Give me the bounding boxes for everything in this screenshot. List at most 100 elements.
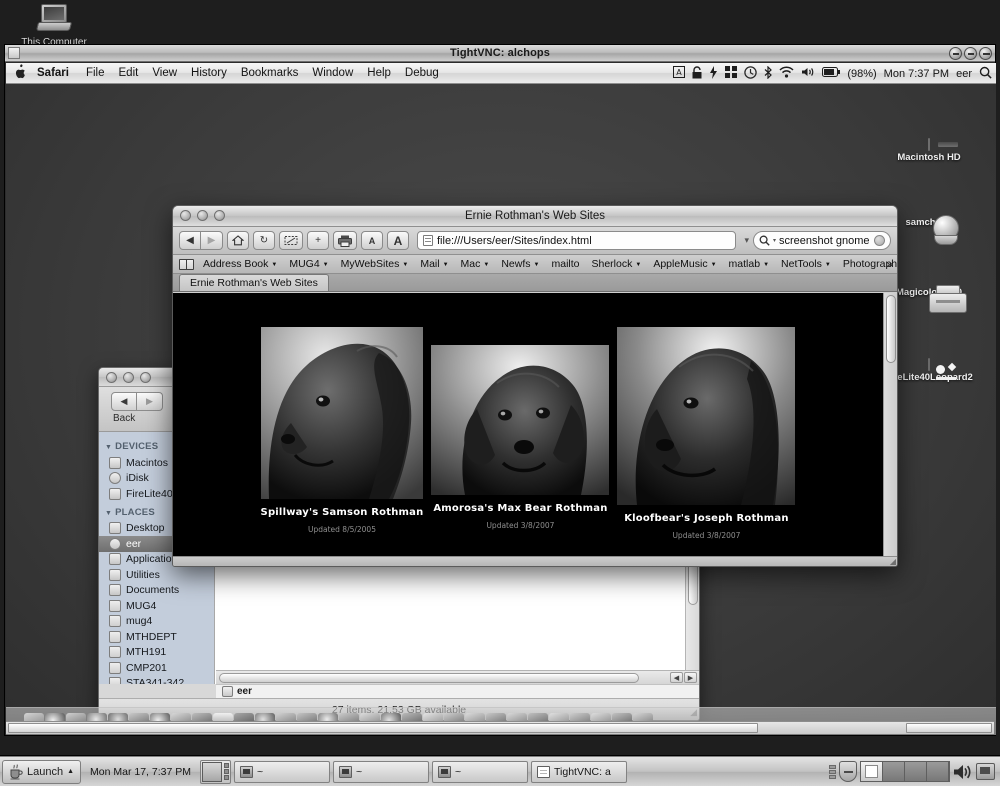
bluetooth-icon[interactable]	[764, 65, 773, 82]
menu-item-help[interactable]: Help	[360, 63, 398, 83]
scrollbar-thumb[interactable]	[219, 673, 640, 683]
sidebar-item-mug4-upper[interactable]: MUG4	[99, 598, 214, 614]
resize-grip-icon[interactable]: ◢	[890, 557, 896, 566]
mac-desktop-icon-macintosh-hd[interactable]: Macintosh HD	[874, 138, 984, 163]
launch-button[interactable]: Launch ▲	[2, 759, 82, 784]
workspace-2-mini[interactable]	[883, 762, 905, 781]
bookmark-mywebsites[interactable]: MyWebSites ▼	[335, 258, 415, 270]
back-button[interactable]: ◀	[179, 231, 201, 250]
dog-card-2[interactable]: Kloofbear's Joseph Rothman Updated 3/8/2…	[617, 327, 796, 540]
search-icon[interactable]	[979, 66, 992, 82]
taskbar-window-2[interactable]: ~	[432, 760, 528, 783]
lightning-icon[interactable]	[709, 65, 718, 82]
tab-ernie-rothmans-web-sites[interactable]: Ernie Rothman's Web Sites	[179, 274, 329, 291]
workspace-1-mini[interactable]	[861, 762, 883, 781]
dog-photo[interactable]	[260, 327, 423, 499]
safari-vertical-scrollbar[interactable]	[883, 293, 897, 556]
menu-item-window[interactable]: Window	[305, 63, 360, 83]
print-button[interactable]	[333, 231, 357, 250]
path-bar-item[interactable]: eer	[237, 686, 252, 697]
volume-icon[interactable]	[953, 763, 973, 781]
maximize-button[interactable]	[964, 46, 977, 60]
bookmark-sherlock[interactable]: Sherlock ▼	[586, 258, 648, 270]
bookmark-applemusic[interactable]: AppleMusic ▼	[647, 258, 722, 270]
finder-forward-button[interactable]: ▶	[137, 392, 163, 411]
script-menu-icon[interactable]: A	[673, 66, 686, 81]
bookmark-mug4[interactable]: MUG4 ▼	[283, 258, 334, 270]
vnc-titlebar[interactable]: TightVNC: alchops	[5, 45, 995, 62]
show-all-bookmarks-icon[interactable]	[179, 258, 194, 270]
workspace-pager[interactable]	[200, 759, 231, 784]
timemachine-icon[interactable]	[744, 65, 758, 82]
bookmark-newfs[interactable]: Newfs ▼	[495, 258, 545, 270]
bookmark-mailto[interactable]: mailto	[545, 258, 585, 270]
reload-button[interactable]: ↻	[253, 231, 275, 250]
menubar-user[interactable]: eer	[956, 68, 972, 80]
clear-search-icon[interactable]	[874, 235, 885, 246]
bookmarks-overflow-icon[interactable]: »	[886, 257, 893, 271]
search-input[interactable]: ▾ screenshot gnome des	[753, 231, 891, 250]
bug-button[interactable]	[279, 231, 303, 250]
dog-photo[interactable]	[617, 327, 796, 505]
bookmark-mail[interactable]: Mail ▼	[414, 258, 454, 270]
sidebar-item-sta341-342[interactable]: STA341-342	[99, 676, 214, 684]
workspace-4-mini[interactable]	[927, 762, 949, 781]
taskbar-window-3[interactable]: TightVNC: a	[531, 760, 627, 783]
sidebar-item-mth191[interactable]: MTH191	[99, 645, 214, 661]
tray-handle[interactable]	[829, 764, 836, 779]
vnc-horizontal-scrollbar[interactable]	[6, 721, 994, 734]
menubar-clock[interactable]: Mon 7:37 PM	[884, 68, 949, 80]
bookmark-mac[interactable]: Mac ▼	[455, 258, 496, 270]
scroll-left-icon[interactable]: ◀	[670, 672, 683, 683]
eject-icon[interactable]	[725, 66, 738, 81]
safari-titlebar[interactable]: Ernie Rothman's Web Sites	[173, 206, 897, 227]
minimize-button[interactable]	[949, 46, 962, 60]
zoom-icon[interactable]	[140, 372, 151, 383]
menu-item-file[interactable]: File	[79, 63, 112, 83]
menu-item-edit[interactable]: Edit	[112, 63, 146, 83]
taskbar-clock[interactable]: Mon Mar 17, 7:37 PM	[84, 766, 197, 778]
battery-icon[interactable]	[822, 67, 841, 80]
sidebar-item-mug4-lower[interactable]: mug4	[99, 614, 214, 630]
workspace-1[interactable]	[202, 761, 222, 782]
add-bookmark-button[interactable]: +	[307, 231, 329, 250]
dog-photo[interactable]	[431, 345, 610, 495]
bookmark-matlab[interactable]: matlab ▼	[723, 258, 775, 270]
finder-back-button[interactable]: ◀	[111, 392, 137, 411]
finder-horizontal-scrollbar[interactable]: ◀ ▶	[216, 670, 699, 684]
menu-item-view[interactable]: View	[145, 63, 184, 83]
forward-button[interactable]: ▶	[201, 231, 223, 250]
sidebar-item-cmp201[interactable]: CMP201	[99, 660, 214, 676]
minimize-icon[interactable]	[123, 372, 134, 383]
bookmark-address-book[interactable]: Address Book ▼	[197, 258, 283, 270]
airport-icon[interactable]	[779, 66, 794, 81]
workspace-3-mini[interactable]	[905, 762, 927, 781]
menu-item-debug[interactable]: Debug	[398, 63, 446, 83]
dog-card-0[interactable]: Spillway's Samson Rothman Updated 8/5/20…	[261, 327, 424, 540]
sidebar-item-utilities[interactable]: Utilities	[99, 567, 214, 583]
bookmark-nettools[interactable]: NetTools ▼	[775, 258, 837, 270]
home-button[interactable]	[227, 231, 249, 250]
display-icon[interactable]	[976, 763, 995, 780]
workspace-switcher[interactable]	[860, 761, 950, 782]
shield-icon[interactable]	[839, 761, 857, 782]
apple-icon[interactable]	[14, 64, 28, 80]
lock-icon[interactable]	[692, 65, 702, 82]
menu-item-history[interactable]: History	[184, 63, 234, 83]
volume-icon[interactable]	[801, 66, 815, 81]
dog-card-1[interactable]: Amorosa's Max Bear Rothman Updated 3/8/2…	[431, 327, 610, 540]
close-icon[interactable]	[106, 372, 117, 383]
scrollbar-thumb[interactable]	[886, 295, 896, 364]
scroll-right-icon[interactable]: ▶	[684, 672, 697, 683]
desktop-icon-this-computer[interactable]: This Computer	[6, 4, 102, 49]
menu-item-bookmarks[interactable]: Bookmarks	[234, 63, 306, 83]
sidebar-item-mthdept[interactable]: MTHDEPT	[99, 629, 214, 645]
address-bar[interactable]: file:///Users/eer/Sites/index.html	[417, 231, 737, 250]
text-larger-button[interactable]: A	[387, 231, 409, 250]
scrollbar-thumb-secondary[interactable]	[906, 723, 992, 733]
close-button[interactable]	[979, 46, 992, 60]
scrollbar-thumb[interactable]	[8, 723, 758, 733]
sidebar-item-documents[interactable]: Documents	[99, 583, 214, 599]
taskbar-window-0[interactable]: ~	[234, 760, 330, 783]
scroll-arrows[interactable]: ◀ ▶	[670, 672, 697, 683]
